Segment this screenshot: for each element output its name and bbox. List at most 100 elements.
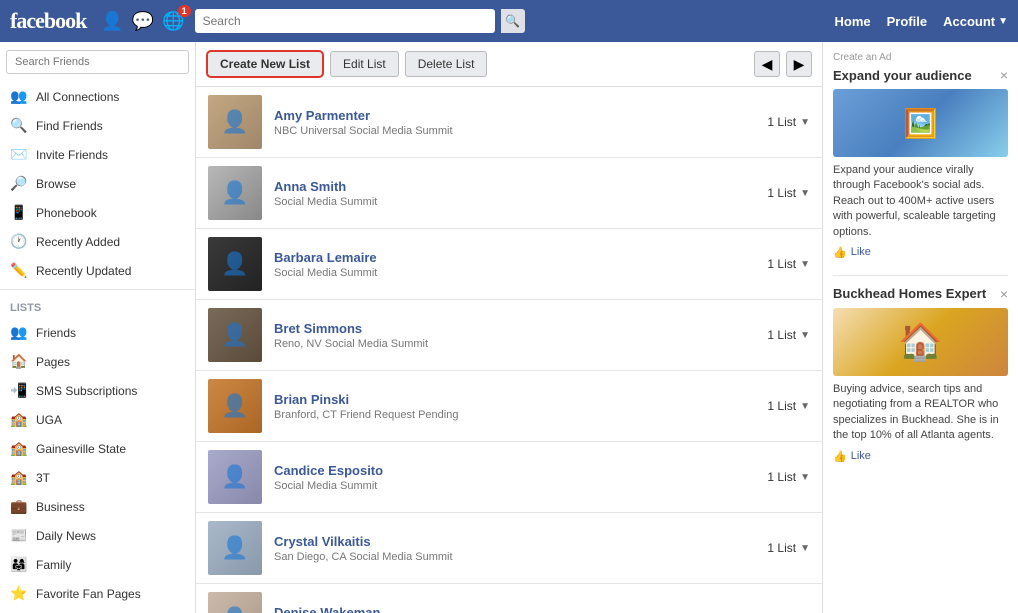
friend-name[interactable]: Barbara Lemaire: [274, 250, 755, 265]
sidebar-item-all-connections[interactable]: 👥 All Connections: [0, 82, 195, 111]
sidebar-item-recently-added[interactable]: 🕐 Recently Added: [0, 227, 195, 256]
sidebar-item-label: Friends: [36, 326, 76, 340]
all-connections-icon: 👥: [10, 88, 28, 105]
sidebar-item-label: Find Friends: [36, 119, 103, 133]
sidebar-item-label: Browse: [36, 177, 76, 191]
ad2-image: 🏠: [833, 308, 1008, 376]
ad1-like-button[interactable]: 👍 Like: [833, 246, 1008, 259]
friend-list-count[interactable]: 1 List ▼: [767, 399, 810, 413]
gainesville-icon: 🏫: [10, 440, 28, 457]
content-area: Create New List Edit List Delete List ◀ …: [196, 42, 822, 613]
list-count-label: 1 List: [767, 399, 796, 413]
account-caret-icon: ▼: [998, 16, 1008, 27]
friend-list-count[interactable]: 1 List ▼: [767, 328, 810, 342]
prev-page-button[interactable]: ◀: [754, 51, 780, 77]
search-input[interactable]: [195, 9, 495, 33]
friend-name[interactable]: Anna Smith: [274, 179, 755, 194]
sidebar-item-3t[interactable]: 🏫 3T: [0, 463, 195, 492]
friend-list-count[interactable]: 1 List ▼: [767, 470, 810, 484]
list-dropdown-icon[interactable]: ▼: [800, 543, 810, 554]
sidebar-item-label: Phonebook: [36, 206, 97, 220]
friend-details: Reno, NV Social Media Summit: [274, 338, 755, 350]
sidebar-item-business[interactable]: 💼 Business: [0, 492, 195, 521]
table-row: 👤 Brian Pinski Branford, CT Friend Reque…: [196, 371, 822, 442]
create-ad-label: Create an Ad: [833, 52, 1008, 63]
friends-list-icon: 👥: [10, 324, 28, 341]
friends-nav-icon[interactable]: 👤: [101, 11, 123, 32]
sidebar-item-gainesville-state[interactable]: 🏫 Gainesville State: [0, 434, 195, 463]
sidebar-item-favorite-fan-pages[interactable]: ⭐ Favorite Fan Pages: [0, 579, 195, 608]
friend-details: San Diego, CA Social Media Summit: [274, 551, 755, 563]
sidebar-item-uga[interactable]: 🏫 UGA: [0, 405, 195, 434]
friend-avatar: 👤: [208, 450, 262, 504]
main-layout: 👥 All Connections 🔍 Find Friends ✉️ Invi…: [0, 42, 1018, 613]
ad2-close-button[interactable]: ×: [1000, 286, 1008, 302]
sidebar-item-browse[interactable]: 🔎 Browse: [0, 169, 195, 198]
friend-name[interactable]: Denise Wakeman: [274, 605, 755, 613]
search-friends-input[interactable]: [6, 50, 189, 74]
friend-name[interactable]: Bret Simmons: [274, 321, 755, 336]
create-new-list-button[interactable]: Create New List: [206, 50, 324, 78]
sidebar-item-friends[interactable]: 👥 Friends: [0, 318, 195, 347]
toolbar: Create New List Edit List Delete List ◀ …: [196, 42, 822, 87]
account-nav-link[interactable]: Account ▼: [943, 14, 1008, 29]
list-dropdown-icon[interactable]: ▼: [800, 472, 810, 483]
friend-info: Candice Esposito Social Media Summit: [274, 463, 755, 492]
friend-info: Amy Parmenter NBC Universal Social Media…: [274, 108, 755, 137]
friend-list-count[interactable]: 1 List ▼: [767, 257, 810, 271]
nav-icon-group: 👤 💬 🌐 1: [101, 11, 184, 32]
list-dropdown-icon[interactable]: ▼: [800, 188, 810, 199]
top-navigation: facebook 👤 💬 🌐 1 🔍 Home Profile Account …: [0, 0, 1018, 42]
business-icon: 💼: [10, 498, 28, 515]
sidebar-item-friends2[interactable]: 👥 Friends: [0, 608, 195, 613]
sidebar-item-label: Gainesville State: [36, 442, 126, 456]
house-icon: 🏠: [898, 321, 943, 363]
list-dropdown-icon[interactable]: ▼: [800, 330, 810, 341]
friend-name[interactable]: Amy Parmenter: [274, 108, 755, 123]
profile-nav-link[interactable]: Profile: [887, 14, 927, 29]
sidebar-item-daily-news[interactable]: 📰 Daily News: [0, 521, 195, 550]
ad1-image: 🖼️: [833, 89, 1008, 157]
friend-list-count[interactable]: 1 List ▼: [767, 541, 810, 555]
friend-name[interactable]: Candice Esposito: [274, 463, 755, 478]
friend-avatar: 👤: [208, 95, 262, 149]
home-nav-link[interactable]: Home: [835, 14, 871, 29]
sidebar-item-find-friends[interactable]: 🔍 Find Friends: [0, 111, 195, 140]
friend-details: Social Media Summit: [274, 480, 755, 492]
friend-details: Branford, CT Friend Request Pending: [274, 409, 755, 421]
notifications-nav-icon[interactable]: 🌐 1: [162, 11, 184, 32]
ad2-like-button[interactable]: 👍 Like: [833, 450, 1008, 463]
friend-avatar: 👤: [208, 379, 262, 433]
edit-list-button[interactable]: Edit List: [330, 51, 399, 77]
friend-info: Bret Simmons Reno, NV Social Media Summi…: [274, 321, 755, 350]
sidebar-lists: 👥 Friends 🏠 Pages 📲 SMS Subscriptions 🏫 …: [0, 318, 195, 613]
friend-info: Crystal Vilkaitis San Diego, CA Social M…: [274, 534, 755, 563]
sidebar-item-phonebook[interactable]: 📱 Phonebook: [0, 198, 195, 227]
list-dropdown-icon[interactable]: ▼: [800, 401, 810, 412]
messages-nav-icon[interactable]: 💬: [132, 11, 154, 32]
friend-name[interactable]: Brian Pinski: [274, 392, 755, 407]
next-page-button[interactable]: ▶: [786, 51, 812, 77]
friend-list-count[interactable]: 1 List ▼: [767, 186, 810, 200]
sidebar-item-label: Invite Friends: [36, 148, 108, 162]
friend-avatar: 👤: [208, 237, 262, 291]
family-icon: 👨‍👩‍👧: [10, 556, 28, 573]
search-submit-button[interactable]: 🔍: [501, 9, 525, 33]
sidebar-item-invite-friends[interactable]: ✉️ Invite Friends: [0, 140, 195, 169]
sidebar-item-family[interactable]: 👨‍👩‍👧 Family: [0, 550, 195, 579]
friend-name[interactable]: Crystal Vilkaitis: [274, 534, 755, 549]
friend-list-count[interactable]: 1 List ▼: [767, 115, 810, 129]
sidebar-item-pages[interactable]: 🏠 Pages: [0, 347, 195, 376]
list-dropdown-icon[interactable]: ▼: [800, 259, 810, 270]
sidebar-item-label: Recently Added: [36, 235, 120, 249]
friend-details: Social Media Summit: [274, 267, 755, 279]
sidebar-item-recently-updated[interactable]: ✏️ Recently Updated: [0, 256, 195, 285]
ad1-close-button[interactable]: ×: [1000, 67, 1008, 83]
friends-list: 👤 Amy Parmenter NBC Universal Social Med…: [196, 87, 822, 613]
friend-info: Brian Pinski Branford, CT Friend Request…: [274, 392, 755, 421]
delete-list-button[interactable]: Delete List: [405, 51, 488, 77]
sidebar-item-sms-subscriptions[interactable]: 📲 SMS Subscriptions: [0, 376, 195, 405]
sidebar-item-label: 3T: [36, 471, 50, 485]
ad1-title: Expand your audience: [833, 68, 972, 83]
list-dropdown-icon[interactable]: ▼: [800, 117, 810, 128]
